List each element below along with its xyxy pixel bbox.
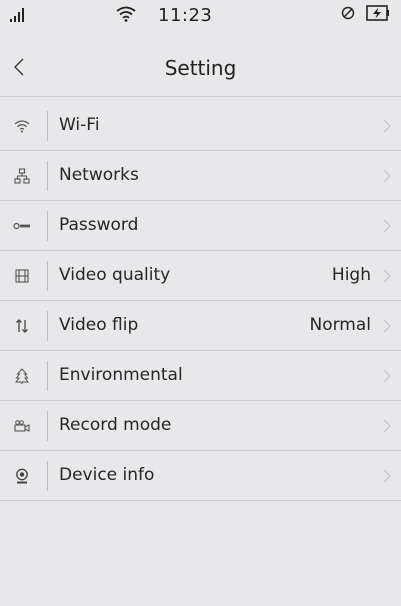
settings-row-label: Video flip (59, 315, 139, 335)
chevron-right-icon (383, 269, 391, 283)
flip-arrows-icon (12, 316, 32, 336)
tree-icon (12, 366, 32, 386)
row-divider (47, 361, 48, 391)
settings-row-password[interactable]: Password (0, 201, 401, 251)
settings-row-video-flip[interactable]: Video flip Normal (0, 301, 401, 351)
settings-row-networks[interactable]: Networks (0, 151, 401, 201)
row-divider (47, 161, 48, 191)
video-camera-icon (12, 416, 32, 436)
settings-list: Wi-Fi Networks Password Video quality Hi… (0, 101, 401, 501)
row-divider (47, 261, 48, 291)
row-divider (47, 411, 48, 441)
page-title: Setting (164, 56, 237, 80)
film-icon (12, 266, 32, 286)
settings-row-record-mode[interactable]: Record mode (0, 401, 401, 451)
row-divider (47, 461, 48, 491)
network-icon (12, 166, 32, 186)
settings-row-label: Environmental (59, 365, 183, 385)
row-divider (47, 211, 48, 241)
settings-row-wifi[interactable]: Wi-Fi (0, 101, 401, 151)
settings-row-label: Record mode (59, 415, 172, 435)
chevron-right-icon (383, 369, 391, 383)
wifi-icon (116, 6, 136, 22)
status-time: 11:23 (158, 5, 213, 26)
key-icon (12, 216, 32, 236)
settings-row-label: Video quality (59, 265, 171, 285)
settings-row-label: Wi-Fi (59, 115, 100, 135)
settings-row-device-info[interactable]: Device info (0, 451, 401, 501)
signal-icon (10, 8, 24, 22)
row-divider (47, 111, 48, 141)
settings-row-label: Password (59, 215, 139, 235)
webcam-icon (12, 466, 32, 486)
chevron-right-icon (383, 119, 391, 133)
row-divider (47, 311, 48, 341)
settings-row-environmental[interactable]: Environmental (0, 351, 401, 401)
status-bar: 11:23 (0, 0, 401, 36)
chevron-right-icon (383, 319, 391, 333)
chevron-right-icon (383, 219, 391, 233)
wifi-icon (12, 116, 32, 136)
settings-row-value: High (331, 265, 371, 285)
chevron-right-icon (383, 419, 391, 433)
chevron-right-icon (383, 169, 391, 183)
battery-charging-icon (366, 5, 389, 21)
settings-row-label: Device info (59, 465, 155, 485)
rotation-lock-icon (341, 6, 355, 20)
settings-row-video-quality[interactable]: Video quality High (0, 251, 401, 301)
settings-row-label: Networks (59, 165, 139, 185)
settings-row-value: Normal (309, 315, 371, 335)
chevron-right-icon (383, 469, 391, 483)
nav-bar: Setting (0, 36, 401, 97)
